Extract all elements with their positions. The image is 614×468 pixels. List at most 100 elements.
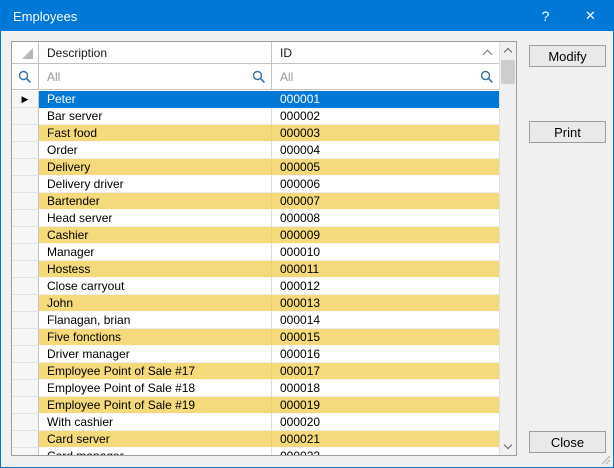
row-header-cell[interactable]	[12, 329, 39, 346]
row-header-cell[interactable]	[12, 193, 39, 210]
row-header-cell[interactable]	[12, 159, 39, 176]
id-cell[interactable]: 000015	[272, 329, 499, 346]
description-cell[interactable]: Flanagan, brian	[39, 312, 272, 329]
id-cell[interactable]: 000007	[272, 193, 499, 210]
id-cell[interactable]: 000017	[272, 363, 499, 380]
id-cell[interactable]: 000009	[272, 227, 499, 244]
id-cell[interactable]: 000011	[272, 261, 499, 278]
row-header-cell[interactable]	[12, 278, 39, 295]
row-header-cell[interactable]	[12, 448, 39, 455]
scrollbar-thumb[interactable]	[501, 60, 515, 84]
description-cell[interactable]: Bar server	[39, 108, 272, 125]
row-header-cell[interactable]	[12, 363, 39, 380]
row-header-cell[interactable]	[12, 227, 39, 244]
id-cell[interactable]: 000008	[272, 210, 499, 227]
row-header-cell[interactable]	[12, 346, 39, 363]
description-cell[interactable]: Hostess	[39, 261, 272, 278]
description-cell[interactable]: Order	[39, 142, 272, 159]
id-cell[interactable]: 000012	[272, 278, 499, 295]
description-cell[interactable]: Peter	[39, 91, 272, 108]
id-cell[interactable]: 000004	[272, 142, 499, 159]
table-row[interactable]: Delivery000005	[12, 159, 499, 176]
row-header-cell[interactable]	[12, 125, 39, 142]
table-row[interactable]: Card manager000022	[12, 448, 499, 455]
row-header-cell[interactable]	[12, 380, 39, 397]
row-header-cell[interactable]	[12, 261, 39, 278]
table-row[interactable]: John000013	[12, 295, 499, 312]
table-row[interactable]: Employee Point of Sale #18000018	[12, 380, 499, 397]
description-cell[interactable]: Card manager	[39, 448, 272, 455]
id-cell[interactable]: 000005	[272, 159, 499, 176]
description-cell[interactable]: Close carryout	[39, 278, 272, 295]
description-cell[interactable]: Bartender	[39, 193, 272, 210]
description-cell[interactable]: Employee Point of Sale #17	[39, 363, 272, 380]
id-cell[interactable]: 000016	[272, 346, 499, 363]
description-cell[interactable]: With cashier	[39, 414, 272, 431]
id-cell[interactable]: 000002	[272, 108, 499, 125]
id-cell[interactable]: 000018	[272, 380, 499, 397]
id-cell[interactable]: 000022	[272, 448, 499, 455]
id-cell[interactable]: 000013	[272, 295, 499, 312]
row-header-cell[interactable]	[12, 414, 39, 431]
id-cell[interactable]: 000001	[272, 91, 499, 108]
table-row[interactable]: Employee Point of Sale #17000017	[12, 363, 499, 380]
table-row[interactable]: Order000004	[12, 142, 499, 159]
table-row[interactable]: Fast food000003	[12, 125, 499, 142]
table-row[interactable]: Flanagan, brian000014	[12, 312, 499, 329]
table-row[interactable]: Delivery driver000006	[12, 176, 499, 193]
row-header-cell[interactable]	[12, 295, 39, 312]
row-header-cell[interactable]	[12, 210, 39, 227]
row-header-cell[interactable]	[12, 431, 39, 448]
description-filter-input[interactable]	[39, 70, 247, 84]
id-cell[interactable]: 000019	[272, 397, 499, 414]
description-cell[interactable]: Fast food	[39, 125, 272, 142]
description-cell[interactable]: Delivery	[39, 159, 272, 176]
resize-grip[interactable]	[598, 452, 611, 465]
id-cell[interactable]: 000020	[272, 414, 499, 431]
row-header-cell[interactable]	[12, 397, 39, 414]
table-row[interactable]: Five fonctions000015	[12, 329, 499, 346]
scroll-down-button[interactable]	[500, 438, 516, 455]
row-header-cell[interactable]	[12, 142, 39, 159]
table-row[interactable]: Bar server000002	[12, 108, 499, 125]
table-row[interactable]: Bartender000007	[12, 193, 499, 210]
table-row[interactable]: Hostess000011	[12, 261, 499, 278]
filter-row-indicator-cell[interactable]	[12, 64, 39, 89]
table-row[interactable]: Card server000021	[12, 431, 499, 448]
description-cell[interactable]: Manager	[39, 244, 272, 261]
description-cell[interactable]: Delivery driver	[39, 176, 272, 193]
search-icon[interactable]	[252, 70, 266, 84]
scroll-up-button[interactable]	[500, 42, 516, 59]
description-cell[interactable]: Driver manager	[39, 346, 272, 363]
description-cell[interactable]: Employee Point of Sale #19	[39, 397, 272, 414]
title-bar[interactable]: Employees ? ✕	[1, 1, 613, 31]
row-header-cell[interactable]	[12, 312, 39, 329]
column-header-id[interactable]: ID	[272, 42, 499, 63]
help-button[interactable]: ?	[523, 1, 568, 31]
table-row[interactable]: Head server000008	[12, 210, 499, 227]
table-row[interactable]: Close carryout000012	[12, 278, 499, 295]
table-row[interactable]: ▶Peter000001	[12, 91, 499, 108]
row-header-cell[interactable]	[12, 108, 39, 125]
description-cell[interactable]: Cashier	[39, 227, 272, 244]
row-header-cell[interactable]: ▶	[12, 91, 39, 108]
description-cell[interactable]: Five fonctions	[39, 329, 272, 346]
search-icon[interactable]	[480, 70, 494, 84]
table-row[interactable]: Manager000010	[12, 244, 499, 261]
row-header-cell[interactable]	[12, 176, 39, 193]
id-filter-input[interactable]	[272, 70, 475, 84]
column-header-description[interactable]: Description	[39, 42, 272, 63]
table-row[interactable]: Cashier000009	[12, 227, 499, 244]
table-row[interactable]: With cashier000020	[12, 414, 499, 431]
vertical-scrollbar[interactable]	[499, 42, 516, 455]
description-cell[interactable]: Head server	[39, 210, 272, 227]
description-cell[interactable]: Employee Point of Sale #18	[39, 380, 272, 397]
modify-button[interactable]: Modify	[529, 45, 606, 67]
close-button[interactable]: Close	[529, 431, 606, 453]
id-cell[interactable]: 000014	[272, 312, 499, 329]
grid-corner-cell[interactable]	[12, 42, 39, 63]
id-cell[interactable]: 000003	[272, 125, 499, 142]
id-cell[interactable]: 000021	[272, 431, 499, 448]
table-row[interactable]: Driver manager000016	[12, 346, 499, 363]
table-row[interactable]: Employee Point of Sale #19000019	[12, 397, 499, 414]
